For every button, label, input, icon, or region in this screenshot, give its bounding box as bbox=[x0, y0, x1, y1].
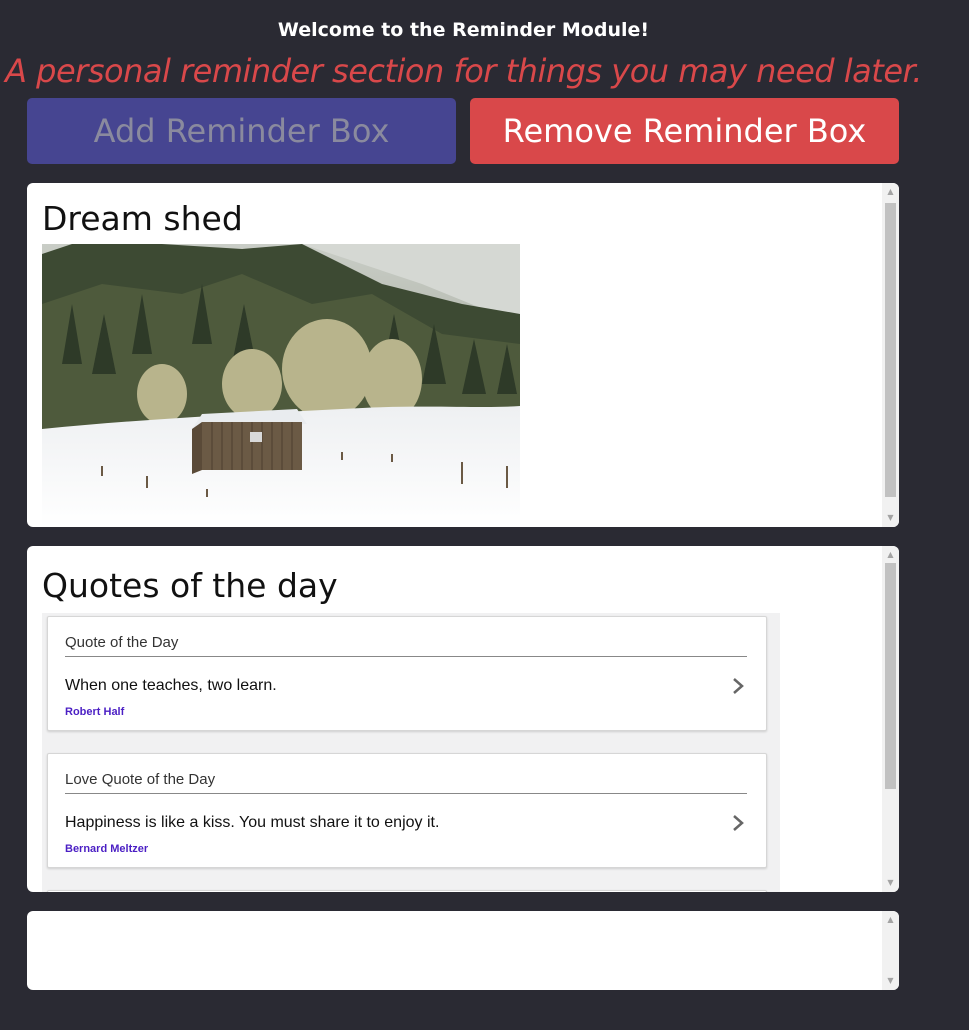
page-title: Welcome to the Reminder Module! bbox=[277, 19, 650, 41]
scroll-down-arrow-icon[interactable]: ▼ bbox=[882, 974, 899, 988]
chevron-right-icon[interactable] bbox=[728, 812, 748, 834]
remove-reminder-box-button[interactable]: Remove Reminder Box bbox=[470, 98, 899, 164]
page-subtitle: A personal reminder section for things y… bbox=[5, 52, 922, 90]
quote-card[interactable] bbox=[47, 890, 767, 892]
snowy-shed-photo bbox=[42, 244, 520, 527]
vertical-scrollbar[interactable]: ▲ ▼ bbox=[882, 546, 899, 892]
quote-card[interactable]: Quote of the Day When one teaches, two l… bbox=[47, 616, 767, 731]
quote-widget: Quote of the Day When one teaches, two l… bbox=[42, 613, 780, 892]
vertical-scrollbar[interactable]: ▲ ▼ bbox=[882, 183, 899, 527]
scroll-up-arrow-icon[interactable]: ▲ bbox=[882, 185, 899, 199]
reminder-box-heading: Dream shed bbox=[42, 199, 243, 238]
scroll-up-arrow-icon[interactable]: ▲ bbox=[882, 913, 899, 927]
reminder-box-heading: Quotes of the day bbox=[42, 566, 338, 605]
scroll-thumb[interactable] bbox=[885, 203, 896, 497]
scroll-down-arrow-icon[interactable]: ▼ bbox=[882, 511, 899, 525]
quote-text: When one teaches, two learn. bbox=[65, 677, 277, 694]
reminder-box-dream-shed: Dream shed ▲ ▼ bbox=[27, 183, 899, 527]
vertical-scrollbar[interactable]: ▲ ▼ bbox=[882, 911, 899, 990]
quote-author-link[interactable]: Bernard Meltzer bbox=[65, 843, 148, 855]
quote-card[interactable]: Love Quote of the Day Happiness is like … bbox=[47, 753, 767, 868]
quote-category: Love Quote of the Day bbox=[65, 771, 747, 794]
add-reminder-box-button[interactable]: Add Reminder Box bbox=[27, 98, 456, 164]
reminder-box-empty: ▲ ▼ bbox=[27, 911, 899, 990]
chevron-right-icon[interactable] bbox=[728, 675, 748, 697]
scroll-up-arrow-icon[interactable]: ▲ bbox=[882, 548, 899, 562]
scroll-down-arrow-icon[interactable]: ▼ bbox=[882, 876, 899, 890]
quote-author-link[interactable]: Robert Half bbox=[65, 706, 124, 718]
scroll-thumb[interactable] bbox=[885, 563, 896, 789]
quote-category: Quote of the Day bbox=[65, 634, 747, 657]
reminder-box-quotes: Quotes of the day Quote of the Day When … bbox=[27, 546, 899, 892]
quote-text: Happiness is like a kiss. You must share… bbox=[65, 814, 440, 831]
